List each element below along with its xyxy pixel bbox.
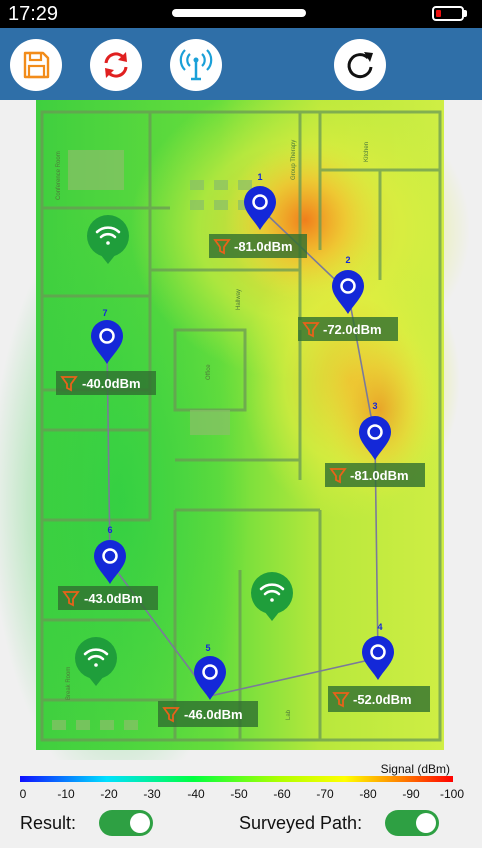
battery-icon [432, 6, 464, 21]
surveyed-path-label: Surveyed Path: [239, 813, 363, 833]
legend-tick: -40 [187, 787, 205, 800]
status-time: 17:29 [8, 3, 59, 25]
redo-button[interactable] [334, 39, 386, 91]
survey-point-number: 1 [257, 172, 262, 182]
legend-tick: -10 [57, 787, 75, 800]
save-button[interactable] [10, 39, 62, 91]
signal-value: -52.0dBm [353, 692, 412, 707]
survey-point-number: 2 [345, 255, 350, 265]
legend-tick: -50 [230, 787, 248, 800]
survey-point-number: 6 [107, 525, 112, 535]
controls-bar: Result: Surveyed Path: [0, 800, 482, 848]
signal-value: -40.0dBm [82, 376, 141, 391]
survey-point-number: 4 [377, 622, 382, 632]
access-point-button[interactable] [170, 39, 222, 91]
antenna-icon [179, 49, 213, 81]
signal-value: -43.0dBm [84, 591, 143, 606]
legend-tick: -100 [440, 787, 464, 800]
refresh-button[interactable] [90, 39, 142, 91]
room-label: Lab [286, 709, 292, 720]
legend-tick: -60 [273, 787, 291, 800]
survey-point-number: 7 [102, 308, 107, 318]
status-bar: 17:29 [0, 0, 482, 28]
rotate-arrow-icon [347, 52, 373, 79]
room-label: Break Room [66, 667, 72, 700]
sync-arrows-icon [104, 52, 128, 78]
room-label: Conference Room [56, 151, 62, 200]
room-label: Office [206, 364, 212, 380]
legend-tick: 0 [20, 787, 27, 800]
legend-gradient-bar [20, 776, 453, 782]
signal-value: -46.0dBm [184, 707, 243, 722]
battery-tip [464, 10, 467, 17]
survey-point-number: 3 [372, 401, 377, 411]
signal-value: -72.0dBm [323, 322, 382, 337]
legend-tick: -70 [316, 787, 334, 800]
legend-tick: -90 [402, 787, 420, 800]
signal-value: -81.0dBm [350, 468, 409, 483]
signal-value: -81.0dBm [234, 239, 293, 254]
room-label: Hallway [236, 289, 242, 310]
signal-legend: Signal (dBm) 0 -10 -20 -30 -40 -50 -60 -… [0, 760, 482, 801]
heatmap-svg: Conference Room Office Hallway Break Roo… [0, 80, 470, 800]
room-label: Kitchen [364, 142, 370, 162]
surveyed-path-toggle[interactable] [385, 810, 439, 836]
result-label: Result: [20, 813, 77, 833]
result-toggle[interactable] [99, 810, 153, 836]
notch-pill [172, 9, 306, 17]
legend-tick: -30 [143, 787, 161, 800]
legend-ticks: 0 -10 -20 -30 -40 -50 -60 -70 -80 -90 -1… [20, 787, 465, 801]
legend-tick: -80 [359, 787, 377, 800]
legend-title: Signal (dBm) [381, 762, 450, 776]
legend-tick: -20 [100, 787, 118, 800]
room-label: Group Therapy [291, 140, 297, 180]
floppy-disk-icon [23, 51, 50, 79]
toolbar [0, 28, 482, 100]
floorplan-view[interactable]: Conference Room Office Hallway Break Roo… [0, 80, 482, 800]
survey-point-number: 5 [205, 643, 210, 653]
